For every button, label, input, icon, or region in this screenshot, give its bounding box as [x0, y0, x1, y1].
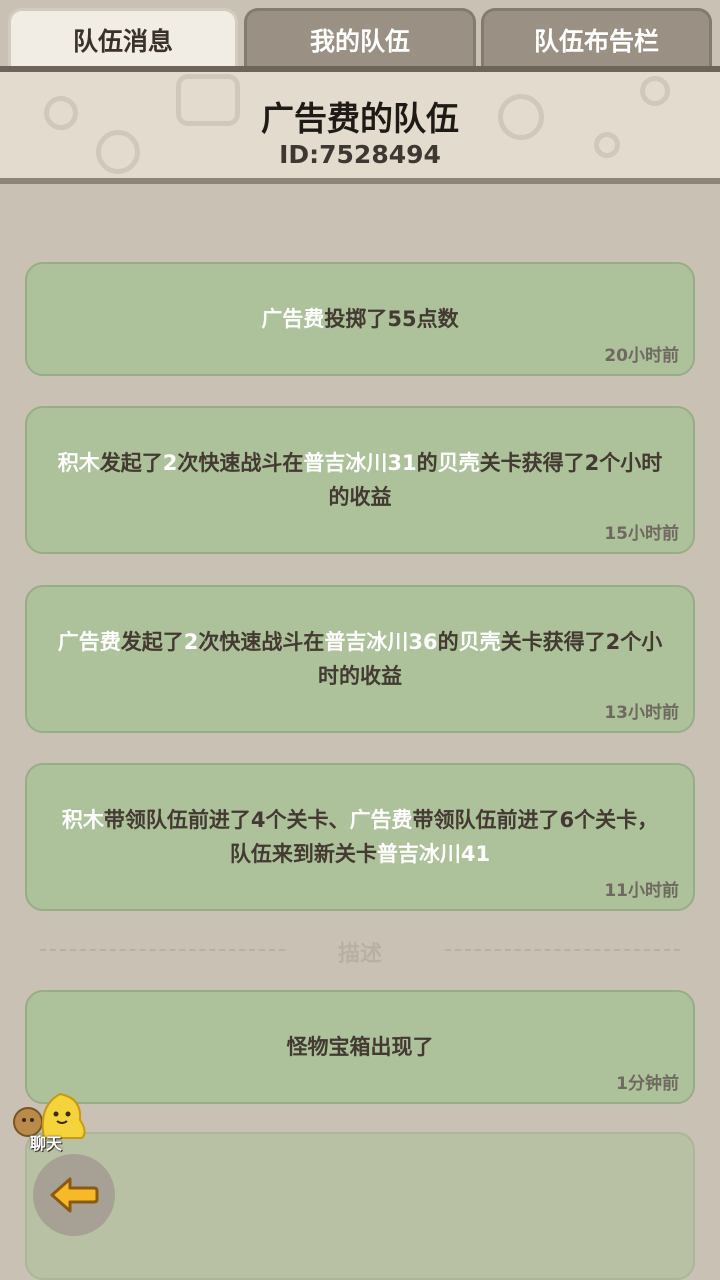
tab-label: 队伍布告栏: [533, 26, 659, 56]
tab-my-team[interactable]: 我的队伍: [244, 8, 476, 68]
description-time: 1分钟前: [616, 1074, 679, 1094]
screen: 队伍消息 我的队伍 队伍布告栏 广告费的队伍 ID:7528494 广告费投掷了…: [0, 0, 720, 1280]
tab-label: 我的队伍: [309, 26, 410, 56]
chat-button[interactable]: 聊天: [12, 1088, 92, 1154]
message-highlight: 贝壳: [458, 630, 501, 654]
message-segment: 次快速战斗在: [177, 451, 304, 475]
message-highlight: 积木: [57, 451, 100, 475]
message-segment: 次快速战斗在: [198, 630, 325, 654]
message-text: 积木发起了2次快速战斗在普吉冰川31的贝壳关卡获得了2个小时的收益: [57, 446, 663, 514]
message-highlight: 积木: [61, 808, 104, 832]
message-highlight: 贝壳: [437, 451, 480, 475]
message-text: 广告费发起了2次快速战斗在普吉冰川36的贝壳关卡获得了2个小时的收益: [57, 625, 663, 693]
chat-label: 聊天: [30, 1134, 63, 1153]
message-card: 广告费投掷了55点数 20小时前: [25, 262, 695, 376]
tab-label: 队伍消息: [72, 26, 173, 56]
message-card-partial: [25, 1132, 695, 1280]
message-segment: 带领队伍前进了4个关卡、: [103, 808, 350, 832]
divider-label: 描述: [337, 942, 382, 967]
team-header: 广告费的队伍 ID:7528494: [0, 66, 720, 184]
message-highlight: 广告费: [57, 630, 121, 654]
message-segment: 发起了: [120, 630, 184, 654]
message-time: 20小时前: [604, 346, 679, 366]
description-card: 怪物宝箱出现了 1分钟前: [25, 990, 695, 1104]
message-card: 积木发起了2次快速战斗在普吉冰川31的贝壳关卡获得了2个小时的收益 15小时前: [25, 406, 695, 554]
tab-team-messages[interactable]: 队伍消息: [8, 8, 238, 68]
message-highlight: 普吉冰川31: [303, 451, 417, 475]
message-highlight: 普吉冰川36: [324, 630, 438, 654]
message-highlight: 广告费: [261, 307, 325, 331]
description-text: 怪物宝箱出现了: [286, 1035, 434, 1059]
message-highlight: 2: [183, 630, 199, 654]
message-time: 11小时前: [604, 881, 679, 901]
message-time: 15小时前: [604, 524, 679, 544]
message-segment: 发起了: [99, 451, 163, 475]
tab-team-bulletin-board[interactable]: 队伍布告栏: [481, 8, 712, 68]
message-card: 广告费发起了2次快速战斗在普吉冰川36的贝壳关卡获得了2个小时的收益 13小时前: [25, 585, 695, 733]
message-text: 广告费投掷了55点数: [57, 302, 663, 336]
message-highlight: 广告费: [349, 808, 413, 832]
message-segment: 的: [416, 451, 438, 475]
message-highlight: 2: [162, 451, 178, 475]
section-divider: 描述: [40, 930, 680, 970]
message-time: 13小时前: [604, 703, 679, 723]
back-button[interactable]: [33, 1154, 115, 1236]
arrow-left-icon: [50, 1177, 99, 1213]
message-card: 积木带领队伍前进了4个关卡、广告费带领队伍前进了6个关卡，队伍来到新关卡普吉冰川…: [25, 763, 695, 911]
message-segment: 投掷了55点数: [324, 307, 459, 331]
message-text: 积木带领队伍前进了4个关卡、广告费带领队伍前进了6个关卡，队伍来到新关卡普吉冰川…: [57, 803, 663, 871]
team-name: 广告费的队伍: [261, 99, 459, 138]
team-id: ID:7528494: [279, 140, 441, 169]
divider-line: [445, 949, 680, 951]
message-segment: 的: [437, 630, 459, 654]
message-highlight: 普吉冰川41: [376, 842, 491, 866]
